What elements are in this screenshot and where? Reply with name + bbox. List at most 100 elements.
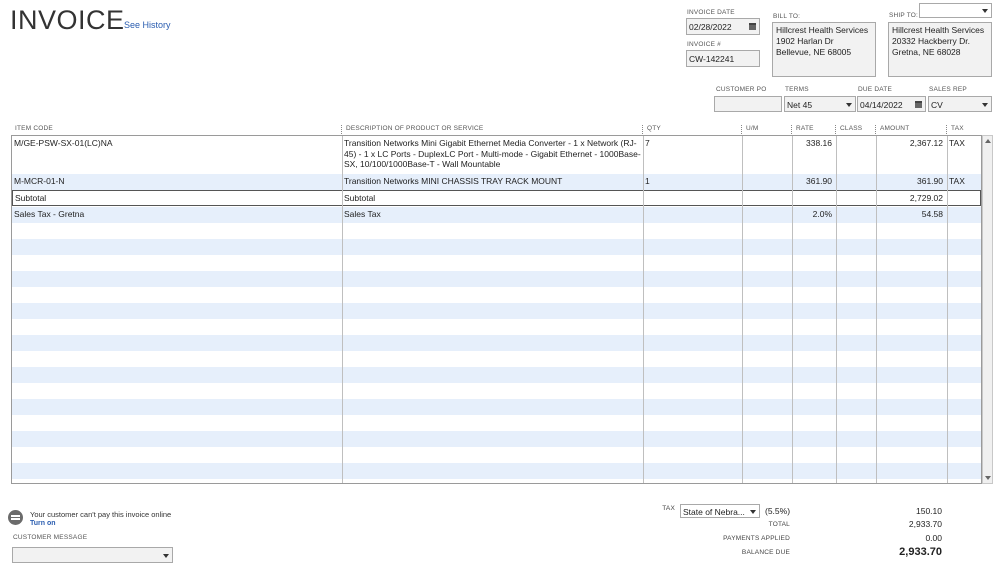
page-title: INVOICE — [10, 5, 125, 35]
amount-cell[interactable]: 2,367.12 — [876, 136, 947, 174]
tax-amount: 150.10 — [916, 506, 942, 516]
customer-message-dropdown[interactable] — [12, 547, 173, 563]
balance-due-label: BALANCE DUE — [741, 549, 790, 556]
class-cell[interactable] — [836, 174, 876, 190]
tax-dropdown-value: State of Nebra... — [683, 507, 745, 517]
terms-value: Net 45 — [787, 100, 813, 110]
tax-cell[interactable]: TAX — [947, 136, 981, 174]
invoice-date-field[interactable]: 02/28/2022 — [686, 18, 760, 35]
sales-rep-dropdown[interactable]: CV — [928, 96, 992, 112]
bill-to-address[interactable]: Hillcrest Health Services 1902 Harlan Dr… — [772, 22, 876, 77]
sales-rep-value: CV — [931, 100, 943, 110]
column-header-class[interactable]: CLASS — [836, 123, 862, 135]
due-date-value: 04/14/2022 — [860, 100, 903, 110]
column-header-rate[interactable]: RATE — [792, 123, 814, 135]
ship-to-label: SHIP TO: — [889, 12, 919, 19]
column-header-um[interactable]: U/M — [742, 123, 759, 135]
invoice-date-value: 02/28/2022 — [689, 22, 732, 32]
customer-po-field[interactable] — [714, 96, 782, 112]
grid-header: ITEM CODE DESCRIPTION OF PRODUCT OR SERV… — [11, 123, 993, 135]
description-cell[interactable]: Subtotal — [342, 191, 643, 205]
column-divider — [836, 136, 837, 483]
column-header-qty[interactable]: QTY — [643, 123, 661, 135]
scroll-down-icon[interactable] — [985, 476, 991, 480]
um-cell[interactable] — [742, 207, 792, 223]
um-cell[interactable] — [742, 174, 792, 190]
calendar-icon[interactable] — [749, 23, 756, 30]
invoice-number-value: CW-142241 — [689, 54, 735, 64]
column-divider — [947, 136, 948, 483]
bill-to-line: Bellevue, NE 68005 — [776, 47, 852, 57]
tax-cell[interactable] — [947, 207, 981, 223]
rate-cell[interactable]: 361.90 — [792, 174, 836, 190]
amount-cell[interactable]: 54.58 — [876, 207, 947, 223]
column-divider — [792, 136, 793, 483]
tax-label: TAX — [662, 505, 675, 512]
bill-to-label: BILL TO: — [773, 13, 801, 20]
tax-rate: (5.5%) — [765, 506, 791, 516]
ship-to-address[interactable]: Hillcrest Health Services 20332 Hackberr… — [888, 22, 992, 77]
ship-to-line: Hillcrest Health Services — [892, 25, 985, 35]
due-date-field[interactable]: 04/14/2022 — [857, 96, 926, 112]
column-divider — [876, 136, 877, 483]
chevron-down-icon — [163, 554, 169, 558]
line-items-grid[interactable]: M/GE-PSW-SX-01(LC)NA Transition Networks… — [11, 135, 982, 484]
tax-cell[interactable] — [947, 191, 980, 205]
grid-scrollbar[interactable] — [982, 135, 993, 484]
class-cell[interactable] — [836, 207, 876, 223]
amount-cell[interactable]: 2,729.02 — [876, 191, 947, 205]
rate-cell[interactable] — [792, 191, 836, 205]
column-divider — [643, 136, 644, 483]
item-code-cell[interactable]: M-MCR-01-N — [12, 174, 342, 190]
tax-dropdown[interactable]: State of Nebra... — [680, 504, 760, 518]
scroll-up-icon[interactable] — [985, 139, 991, 143]
column-header-description[interactable]: DESCRIPTION OF PRODUCT OR SERVICE — [342, 123, 483, 135]
total-label: TOTAL — [768, 521, 790, 528]
class-cell[interactable] — [836, 136, 876, 174]
terms-label: TERMS — [785, 86, 809, 93]
chevron-down-icon — [846, 103, 852, 107]
chevron-down-icon — [982, 103, 988, 107]
turn-on-link[interactable]: Turn on — [30, 520, 56, 527]
column-divider — [342, 136, 343, 483]
item-code-cell[interactable]: M/GE-PSW-SX-01(LC)NA — [12, 136, 342, 174]
tax-cell[interactable]: TAX — [947, 174, 981, 190]
description-cell[interactable]: Transition Networks MINI CHASSIS TRAY RA… — [342, 174, 643, 190]
qty-cell[interactable]: 1 — [643, 174, 742, 190]
column-divider — [742, 136, 743, 483]
rate-cell[interactable]: 338.16 — [792, 136, 836, 174]
column-header-tax[interactable]: TAX — [947, 123, 964, 135]
invoice-number-label: INVOICE # — [687, 41, 721, 48]
due-date-label: DUE DATE — [858, 86, 892, 93]
sales-rep-label: SALES REP — [929, 86, 967, 93]
description-cell[interactable]: Sales Tax — [342, 207, 643, 223]
rate-cell[interactable]: 2.0% — [792, 207, 836, 223]
online-payment-icon — [8, 510, 23, 525]
calendar-icon[interactable] — [915, 101, 922, 108]
balance-due-value: 2,933.70 — [899, 546, 942, 558]
item-code-cell[interactable]: Subtotal — [13, 191, 342, 205]
terms-dropdown[interactable]: Net 45 — [784, 96, 856, 112]
um-cell[interactable] — [742, 136, 792, 174]
bill-to-line: 1902 Harlan Dr — [776, 36, 834, 46]
column-header-amount[interactable]: AMOUNT — [876, 123, 909, 135]
invoice-number-field[interactable]: CW-142241 — [686, 50, 760, 67]
um-cell[interactable] — [742, 191, 792, 205]
total-value: 2,933.70 — [908, 519, 942, 529]
payments-applied-value: 0.00 — [925, 533, 942, 543]
description-cell[interactable]: Transition Networks Mini Gigabit Etherne… — [342, 136, 643, 174]
chevron-down-icon — [750, 510, 756, 514]
qty-cell[interactable]: 7 — [643, 136, 742, 174]
invoice-date-label: INVOICE DATE — [687, 9, 735, 16]
ship-to-line: Gretna, NE 68028 — [892, 47, 961, 57]
bill-to-line: Hillcrest Health Services — [776, 25, 869, 35]
amount-cell[interactable]: 361.90 — [876, 174, 947, 190]
online-payment-message: Your customer can't pay this invoice onl… — [30, 510, 172, 519]
see-history-link[interactable]: See History — [124, 20, 171, 30]
qty-cell[interactable] — [643, 191, 742, 205]
qty-cell[interactable] — [643, 207, 742, 223]
item-code-cell[interactable]: Sales Tax - Gretna — [12, 207, 342, 223]
ship-to-dropdown[interactable] — [919, 3, 992, 18]
column-header-item-code[interactable]: ITEM CODE — [11, 123, 53, 135]
class-cell[interactable] — [836, 191, 876, 205]
